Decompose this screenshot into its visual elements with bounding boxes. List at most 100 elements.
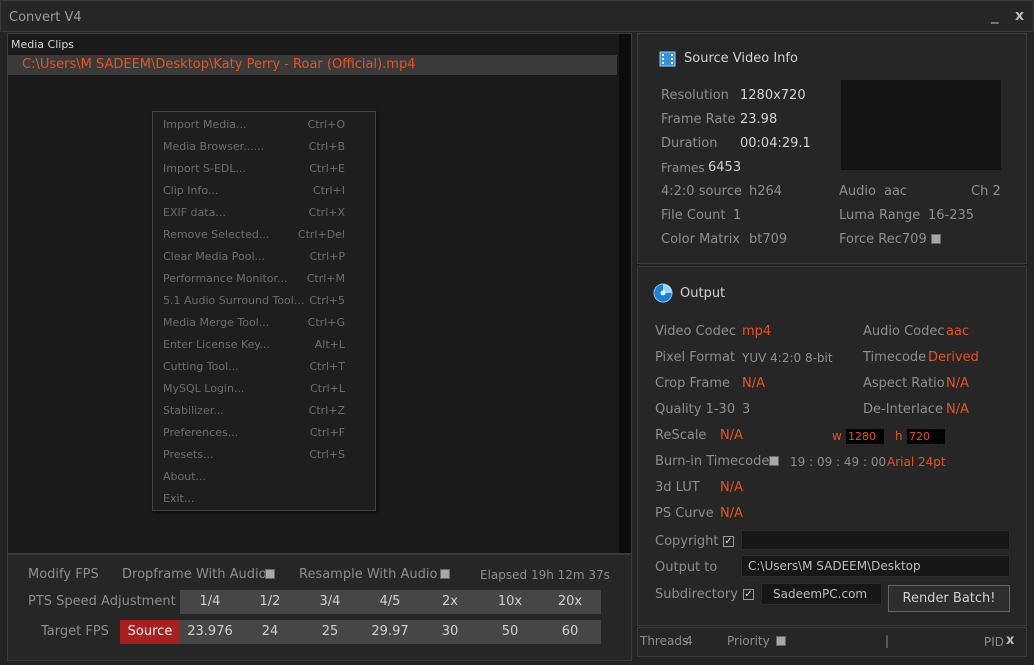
burnin-font-value[interactable]: Arial 24pt xyxy=(887,455,946,469)
menu-item-about[interactable]: About... xyxy=(163,470,363,488)
output-to-label: Output to xyxy=(655,560,718,575)
frames-label: Frames xyxy=(661,161,705,175)
ps-curve-label: PS Curve xyxy=(655,506,714,521)
deinterlace-value[interactable]: N/A xyxy=(946,402,969,417)
duration-label: Duration xyxy=(661,136,718,151)
height-input[interactable]: 720 xyxy=(907,429,945,444)
framerate-value: 23.98 xyxy=(740,112,778,127)
width-input[interactable]: 1280 xyxy=(846,429,884,444)
copyright-checkbox[interactable]: ✓ xyxy=(723,536,734,547)
crop-value[interactable]: N/A xyxy=(742,376,765,391)
deinterlace-label: De-Interlace xyxy=(863,402,943,417)
menu-item-preferences[interactable]: Preferences... Ctrl+F xyxy=(163,426,363,444)
minimize-button[interactable]: _ xyxy=(991,6,999,24)
status-separator: | xyxy=(885,634,890,648)
timecode-value[interactable]: Derived xyxy=(928,350,979,365)
pts-option-2x[interactable]: 2x xyxy=(420,590,480,614)
color-matrix-label: Color Matrix xyxy=(661,232,741,247)
menu-item-clip-info[interactable]: Clip Info... Ctrl+I xyxy=(163,184,363,202)
lut-value[interactable]: N/A xyxy=(720,480,743,495)
dropframe-checkbox[interactable] xyxy=(265,569,275,579)
menu-item-remove-selected[interactable]: Remove Selected... Ctrl+Del xyxy=(163,228,363,246)
burnin-timecode-value[interactable]: 19 : 09 : 49 : 00 xyxy=(790,455,886,469)
menu-item-media-browser[interactable]: Media Browser...... Ctrl+B xyxy=(163,140,363,158)
audio-codec-label: Audio Codec xyxy=(863,324,945,339)
aspect-label: Aspect Ratio xyxy=(863,376,945,391)
target-option-30[interactable]: 30 xyxy=(420,620,480,644)
quality-value[interactable]: 3 xyxy=(742,402,750,417)
luma-label: Luma Range xyxy=(839,208,921,223)
subdirectory-input[interactable]: SadeemPC.com xyxy=(761,583,882,605)
menu-item-license-key[interactable]: Enter License Key... Alt+L xyxy=(163,338,363,356)
output-title: Output xyxy=(680,286,726,301)
clips-scrollbar[interactable] xyxy=(619,34,631,553)
aspect-value[interactable]: N/A xyxy=(946,376,969,391)
rescale-value[interactable]: N/A xyxy=(720,428,743,443)
film-icon xyxy=(659,51,676,71)
menu-item-stabilizer[interactable]: Stabilizer... Ctrl+Z xyxy=(163,404,363,422)
subdirectory-label: Subdirectory xyxy=(655,587,738,602)
target-option-50[interactable]: 50 xyxy=(480,620,540,644)
status-panel xyxy=(637,627,1027,657)
pts-option-1-2[interactable]: 1/2 xyxy=(240,590,300,614)
audio-value: aac xyxy=(884,184,908,199)
pts-option-20x[interactable]: 20x xyxy=(540,590,600,614)
target-option-24[interactable]: 24 xyxy=(240,620,300,644)
video-codec-value[interactable]: mp4 xyxy=(742,324,771,339)
source-format-label: 4:2:0 source xyxy=(661,184,742,199)
pixel-format-value[interactable]: YUV 4:2:0 8-bit xyxy=(742,351,833,365)
menu-item-mysql-login[interactable]: MySQL Login... Ctrl+L xyxy=(163,382,363,400)
video-codec-label: Video Codec xyxy=(655,324,736,339)
timecode-label: Timecode xyxy=(863,350,927,365)
render-batch-button[interactable]: Render Batch! xyxy=(888,585,1010,612)
priority-checkbox[interactable] xyxy=(776,636,786,646)
source-info-title: Source Video Info xyxy=(684,51,798,66)
filecount-label: File Count xyxy=(661,208,726,223)
resample-checkbox[interactable] xyxy=(440,569,450,579)
subdirectory-checkbox[interactable]: ✓ xyxy=(743,589,754,600)
crop-label: Crop Frame xyxy=(655,376,730,391)
pts-option-10x[interactable]: 10x xyxy=(480,590,540,614)
target-option-source[interactable]: Source xyxy=(120,620,180,644)
menu-item-performance-monitor[interactable]: Performance Monitor... Ctrl+M xyxy=(163,272,363,290)
target-option-60[interactable]: 60 xyxy=(540,620,600,644)
channels-value: Ch 2 xyxy=(971,184,1001,199)
target-fps-label: Target FPS xyxy=(41,624,109,639)
threads-value[interactable]: 4 xyxy=(685,634,693,648)
ps-curve-value[interactable]: N/A xyxy=(720,506,743,521)
menu-item-import-media[interactable]: Import Media... Ctrl+O xyxy=(163,118,363,136)
pts-option-4-5[interactable]: 4/5 xyxy=(360,590,420,614)
menu-item-import-sedl[interactable]: Import S-EDL... Ctrl+E xyxy=(163,162,363,180)
resolution-label: Resolution xyxy=(661,88,729,103)
filecount-value: 1 xyxy=(733,208,742,223)
framerate-label: Frame Rate xyxy=(661,112,736,127)
video-preview xyxy=(841,80,1001,170)
pid-close-button[interactable]: x xyxy=(1006,633,1014,648)
target-option-25[interactable]: 25 xyxy=(300,620,360,644)
force-rec709-checkbox[interactable] xyxy=(931,234,941,244)
menu-item-cutting-tool[interactable]: Cutting Tool... Ctrl+T xyxy=(163,360,363,378)
resolution-value: 1280x720 xyxy=(740,88,806,103)
menu-item-exit[interactable]: Exit... xyxy=(163,492,363,510)
copyright-input[interactable] xyxy=(741,530,1010,550)
force-rec709-label: Force Rec709 xyxy=(839,232,927,247)
menu-item-audio-surround[interactable]: 5.1 Audio Surround Tool... Ctrl+5 xyxy=(163,294,363,312)
color-matrix-value: bt709 xyxy=(749,232,788,247)
pts-option-3-4[interactable]: 3/4 xyxy=(300,590,360,614)
burnin-checkbox[interactable] xyxy=(769,456,779,466)
pts-option-1-4[interactable]: 1/4 xyxy=(180,590,240,614)
menu-item-exif-data[interactable]: EXIF data... Ctrl+X xyxy=(163,206,363,224)
audio-codec-value[interactable]: aac xyxy=(946,324,969,339)
target-option-2997[interactable]: 29.97 xyxy=(360,620,420,644)
menu-item-clear-media-pool[interactable]: Clear Media Pool... Ctrl+P xyxy=(163,250,363,268)
menu-item-presets[interactable]: Presets... Ctrl+S xyxy=(163,448,363,466)
resample-label: Resample With Audio xyxy=(299,567,438,582)
threads-label: Threads xyxy=(640,634,689,648)
target-option-23976[interactable]: 23.976 xyxy=(180,620,240,644)
clip-path[interactable]: C:\Users\M SADEEM\Desktop\Katy Perry - R… xyxy=(22,57,416,72)
quality-label: Quality 1-30 xyxy=(655,402,736,417)
menu-item-media-merge[interactable]: Media Merge Tool... Ctrl+G xyxy=(163,316,363,334)
luma-value: 16-235 xyxy=(928,208,975,223)
close-button[interactable]: x xyxy=(1015,8,1024,24)
output-path-input[interactable]: C:\Users\M SADEEM\Desktop xyxy=(741,555,1010,577)
